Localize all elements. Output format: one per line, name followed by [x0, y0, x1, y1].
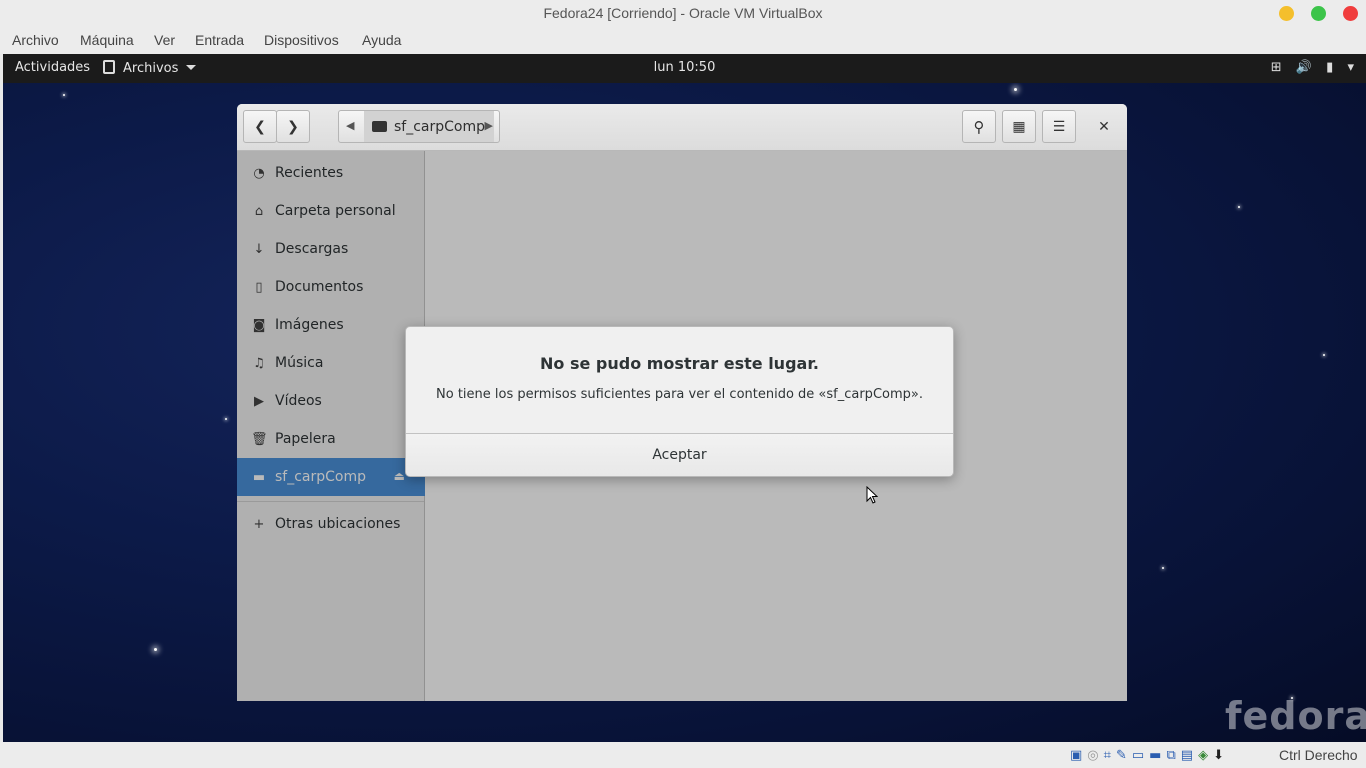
- dialog-message: No tiene los permisos suficientes para v…: [436, 387, 923, 402]
- menu-archivo[interactable]: Archivo: [12, 32, 59, 48]
- fedora-logo: fedora: [1225, 694, 1366, 738]
- wallpaper-star: [225, 418, 227, 420]
- path-segment-current[interactable]: sf_carpComp: [364, 111, 494, 142]
- hdd-icon[interactable]: ▣: [1070, 748, 1082, 763]
- accept-button[interactable]: Aceptar: [406, 433, 953, 476]
- clock[interactable]: lun 10:50: [3, 60, 1366, 75]
- mouse-pointer-icon: [866, 486, 878, 504]
- maximize-button[interactable]: [1311, 6, 1326, 21]
- pen-icon[interactable]: ✎: [1116, 748, 1127, 763]
- close-window-button[interactable]: [1343, 6, 1358, 21]
- wallpaper-star: [1162, 567, 1164, 569]
- wallpaper-star: [1323, 354, 1325, 356]
- host-key-label: Ctrl Derecho: [1279, 747, 1358, 763]
- status-indicators: ▣ ◎ ⌗ ✎ ▭ ▬ ⧉ ▤ ◈ ⬇: [1070, 748, 1229, 763]
- menu-entrada[interactable]: Entrada: [195, 32, 244, 48]
- window-title: Fedora24 [Corriendo] - Oracle VM Virtual…: [543, 5, 823, 21]
- keyboard-icon[interactable]: ⬇: [1213, 748, 1224, 763]
- capture-icon[interactable]: ⧉: [1166, 748, 1175, 763]
- network-icon[interactable]: ◈: [1198, 748, 1208, 763]
- display-icon[interactable]: ▬: [1149, 748, 1161, 763]
- forward-button[interactable]: ❯: [276, 110, 310, 143]
- hamburger-icon: ☰: [1052, 118, 1066, 135]
- path-bar: ◀ sf_carpComp ▶: [338, 110, 500, 143]
- wallpaper-star: [1014, 88, 1017, 91]
- menu-ver[interactable]: Ver: [154, 32, 175, 48]
- back-button[interactable]: ❮: [243, 110, 277, 143]
- files-headerbar: ❮ ❯ ◀ sf_carpComp ▶ ⚲ ▦ ☰ ✕: [237, 104, 1127, 151]
- menu-ayuda[interactable]: Ayuda: [362, 32, 401, 48]
- wallpaper-star: [1238, 206, 1240, 208]
- search-button[interactable]: ⚲: [962, 110, 996, 143]
- error-dialog: No se pudo mostrar este lugar. No tiene …: [405, 326, 954, 477]
- close-icon: ✕: [1098, 118, 1110, 135]
- drive-icon: [372, 121, 387, 132]
- grid-icon: ▦: [1012, 118, 1026, 135]
- minimize-button[interactable]: [1279, 6, 1294, 21]
- menu-button[interactable]: ☰: [1042, 110, 1076, 143]
- close-button[interactable]: ✕: [1090, 110, 1118, 143]
- path-scroll-right-icon[interactable]: ▶: [485, 119, 493, 132]
- menu-dispositivos[interactable]: Dispositivos: [264, 32, 339, 48]
- network-icon: ⊞: [1270, 60, 1282, 75]
- chevron-right-icon: ❯: [287, 118, 299, 135]
- chevron-left-icon: ❮: [254, 118, 266, 135]
- optical-icon[interactable]: ◎: [1087, 748, 1098, 763]
- menu-maquina[interactable]: Máquina: [80, 32, 134, 48]
- shared-folder-icon[interactable]: ▭: [1132, 748, 1144, 763]
- usb-icon[interactable]: ⌗: [1104, 748, 1111, 763]
- battery-icon: ▮: [1326, 60, 1334, 75]
- virtualbox-menubar: Archivo Máquina Ver Entrada Dispositivos…: [0, 28, 1366, 54]
- path-scroll-left-icon[interactable]: ◀: [346, 119, 354, 132]
- wallpaper-star: [154, 648, 157, 651]
- dialog-title: No se pudo mostrar este lugar.: [540, 354, 819, 373]
- path-segment-label: sf_carpComp: [394, 118, 486, 135]
- gnome-top-bar: Actividades Archivos lun 10:50 ⊞ 🔊 ▮ ▾: [3, 54, 1366, 83]
- chip-icon[interactable]: ▤: [1181, 748, 1193, 763]
- wallpaper-star: [63, 94, 65, 96]
- dropdown-icon: ▾: [1347, 60, 1354, 75]
- virtualbox-titlebar: Fedora24 [Corriendo] - Oracle VM Virtual…: [0, 0, 1366, 28]
- search-icon: ⚲: [973, 117, 985, 136]
- system-status-area[interactable]: ⊞ 🔊 ▮ ▾: [1261, 60, 1354, 75]
- virtualbox-statusbar: ▣ ◎ ⌗ ✎ ▭ ▬ ⧉ ▤ ◈ ⬇ Ctrl Derecho: [0, 742, 1366, 768]
- volume-icon: 🔊: [1295, 60, 1313, 75]
- view-mode-button[interactable]: ▦: [1002, 110, 1036, 143]
